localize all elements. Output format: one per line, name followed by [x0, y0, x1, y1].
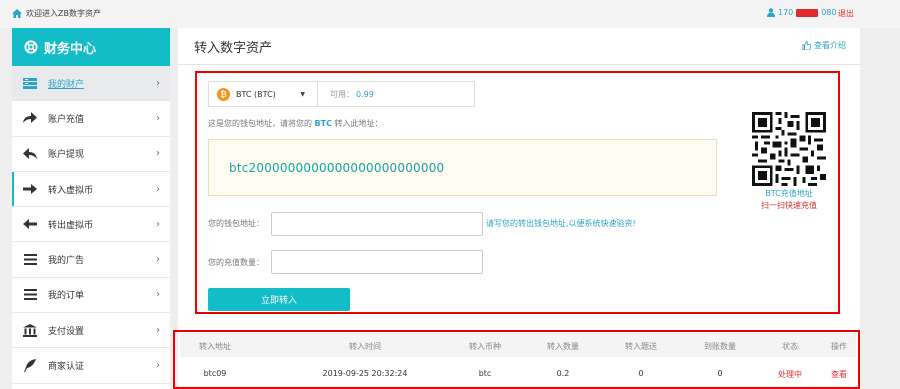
transfer-in-button[interactable]: 立即转入 [208, 288, 350, 311]
address-hint-prefix: 这是您的钱包地址，请将您的 [208, 119, 312, 128]
sidebar-item-label: 转出虚拟币 [48, 220, 94, 231]
lifebuoy-icon [24, 40, 38, 54]
sidebar: 财务中心 我的财产 › 账户充值 › 账户提现 › 转入虚拟币 › 转出虚拟币 … [12, 28, 170, 389]
column-header: 状态 [782, 342, 798, 351]
user-icon [767, 8, 775, 17]
available-label: 可用： [330, 89, 354, 99]
sidebar-item-deposit[interactable]: 账户充值 › [12, 101, 170, 137]
available-balance: 可用： 0.99 [318, 81, 475, 107]
sidebar-item-my-ads[interactable]: 我的广告 › [12, 242, 170, 278]
chevron-right-icon: › [156, 148, 160, 160]
chevron-right-icon: › [156, 289, 160, 301]
wallet-icon [22, 76, 38, 90]
address-hint-suffix: 转入此地址： [334, 119, 383, 128]
chevron-right-icon: › [156, 183, 160, 195]
chevron-right-icon: › [156, 360, 160, 372]
view-intro-label: 查看介绍 [814, 41, 846, 50]
sidebar-item-my-assets[interactable]: 我的财产 › [12, 66, 170, 102]
sidebar-item-label: 商家认证 [48, 362, 85, 373]
chevron-right-icon: › [156, 254, 160, 266]
sidebar-item-label: 账户充值 [48, 114, 85, 125]
column-header: 操作 [831, 342, 847, 351]
home-icon [12, 9, 22, 18]
column-header: 转入题送 [625, 342, 657, 351]
list-icon [22, 253, 38, 267]
caret-down-icon: ▼ [300, 90, 305, 98]
column-header: 转入地址 [199, 342, 231, 351]
sidebar-item-merchant-verify[interactable]: 商家认证 › [12, 348, 170, 384]
sidebar-item-label: 转入虚拟币 [48, 185, 94, 196]
sidebar-item-payment-settings[interactable]: 支付设置 › [12, 313, 170, 349]
chevron-right-icon: › [156, 218, 160, 230]
chevron-right-icon: › [156, 77, 160, 89]
address-hint: 这是您的钱包地址，请将您的 BTC 转入此地址： [208, 118, 383, 129]
column-header: 转入币种 [469, 342, 501, 351]
coin-select[interactable]: ₿ BTC (BTC) ▼ [208, 81, 318, 107]
table-cell: 0.2 [556, 369, 570, 378]
column-header: 到账数量 [704, 342, 736, 351]
welcome-text[interactable]: 欢迎进入ZB数字资产 [12, 8, 101, 19]
page-title: 转入数字资产 [194, 41, 273, 56]
sidebar-item-label: 我的财产 [48, 79, 85, 90]
sidebar-item-label: 我的广告 [48, 256, 85, 267]
feather-icon [22, 359, 38, 373]
title-divider [178, 64, 860, 65]
column-header: 转入时间 [349, 342, 381, 351]
sidebar-item-withdraw[interactable]: 账户提现 › [12, 137, 170, 172]
top-bar: 欢迎进入ZB数字资产 170 080 退出 [0, 0, 900, 28]
forward-arrow-icon [22, 111, 38, 125]
left-arrow-icon [22, 217, 38, 231]
qr-scan-hint: 扫一扫快速充值 [761, 201, 817, 210]
deposit-amount-input[interactable] [271, 250, 483, 274]
right-arrow-icon [22, 182, 38, 196]
view-intro-link[interactable]: 查看介绍 [802, 40, 846, 51]
list-icon [22, 288, 38, 302]
sidebar-header: 财务中心 [12, 28, 170, 66]
table-cell: btc09 [203, 369, 227, 378]
bitcoin-icon: ₿ [217, 87, 230, 101]
user-account[interactable]: 170 080 [767, 8, 837, 17]
qr-code-icon [752, 112, 826, 186]
bank-icon [22, 323, 38, 337]
phone-mask [796, 8, 819, 17]
table-cell: 0 [638, 369, 644, 378]
view-record-link[interactable]: 查看 [831, 369, 847, 380]
reply-arrow-icon [22, 147, 38, 161]
sidebar-item-label: 支付设置 [48, 326, 85, 337]
table-cell: 0 [717, 369, 723, 378]
welcome-label: 欢迎进入ZB数字资产 [26, 9, 101, 18]
thumbs-up-icon [802, 41, 811, 50]
available-value: 0.99 [356, 89, 374, 99]
address-hint-coin: BTC [314, 119, 332, 128]
sidebar-item-label: 账户提现 [48, 150, 85, 161]
deposit-amount-label: 您的充值数量： [208, 258, 264, 267]
column-header: 转入数量 [547, 342, 579, 351]
chevron-right-icon: › [156, 324, 160, 336]
records-table-header [180, 333, 856, 357]
sidebar-item-my-orders[interactable]: 我的订单 › [12, 278, 170, 314]
sidebar-title: 财务中心 [44, 41, 97, 57]
coin-select-value: BTC (BTC) [236, 89, 276, 99]
table-cell: 2019-09-25 20:32:24 [322, 369, 408, 378]
wallet-address-label: 您的钱包地址： [208, 219, 264, 228]
wallet-address-input[interactable] [271, 212, 483, 236]
sidebar-item-transfer-in[interactable]: 转入虚拟币 › [12, 171, 170, 208]
logout-link[interactable]: 退出 [838, 8, 854, 19]
qr-caption: BTC充值地址 [765, 189, 813, 198]
sidebar-item-transfer-out[interactable]: 转出虚拟币 › [12, 207, 170, 243]
sidebar-item-label: 我的订单 [48, 291, 85, 302]
wallet-address-note: 请写您的转出钱包地址,以便系统快速验资! [486, 219, 636, 228]
user-phone-suffix: 080 [821, 8, 837, 17]
status-badge: 处理中 [778, 370, 802, 379]
user-phone-prefix: 170 [778, 8, 794, 17]
deposit-address[interactable]: btc2000000000000000000000000 [208, 139, 717, 196]
chevron-right-icon: › [156, 112, 160, 124]
table-cell: btc [478, 369, 492, 378]
